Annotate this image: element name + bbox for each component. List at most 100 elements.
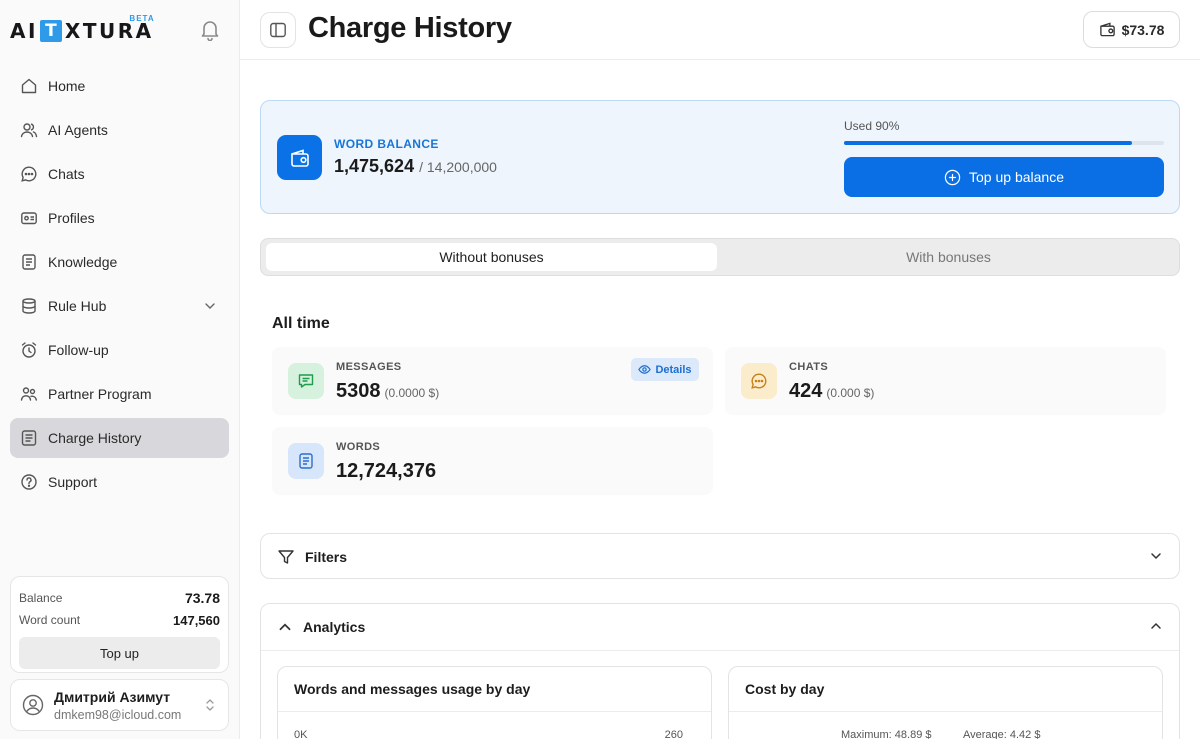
chevron-up-icon[interactable]: [1149, 619, 1163, 633]
word-balance-total: / 14,200,000: [419, 159, 497, 175]
messages-cost: (0.0000 $): [384, 386, 440, 400]
message-icon: [288, 363, 324, 399]
wallet-icon: [1099, 22, 1115, 37]
sidebar-item-rule-hub[interactable]: Rule Hub: [10, 286, 229, 326]
word-balance-label: WORD BALANCE: [334, 137, 439, 151]
top-up-balance-label: Top up balance: [969, 169, 1064, 185]
sidebar-item-home[interactable]: Home: [10, 66, 229, 106]
sidebar-item-label: Chats: [48, 166, 85, 182]
sidebar-item-partner-program[interactable]: Partner Program: [10, 374, 229, 414]
filters-title: Filters: [305, 549, 348, 565]
sidebar-item-follow-up[interactable]: Follow-up: [10, 330, 229, 370]
sidebar-item-label: Knowledge: [48, 254, 118, 270]
plus-circle-icon: [944, 169, 961, 185]
top-up-button[interactable]: Top up: [19, 637, 220, 669]
home-icon: [21, 78, 37, 94]
divider: [729, 711, 1162, 712]
sidebar-item-knowledge[interactable]: Knowledge: [10, 242, 229, 282]
chevron-down-icon[interactable]: [1149, 549, 1163, 563]
partners-icon: [20, 387, 37, 401]
word-balance-card: WORD BALANCE 1,475,624 / 14,200,000 Used…: [260, 100, 1180, 214]
chat-icon: [741, 363, 777, 399]
users-icon: [20, 123, 38, 138]
sidebar-item-label: Home: [48, 78, 86, 94]
sidebar-item-label: Partner Program: [48, 386, 152, 402]
sidebar-item-chats[interactable]: Chats: [10, 154, 229, 194]
analytics-title: Analytics: [303, 619, 366, 635]
chats-label: CHATS: [789, 361, 829, 373]
sidebar: AI T XTURA BETA Home AI Agents Chats Pro…: [0, 0, 240, 739]
page-header: Charge History $73.78: [240, 0, 1200, 60]
bonus-tabs: Without bonuses With bonuses: [260, 238, 1180, 276]
filters-header[interactable]: Filters: [261, 534, 1179, 580]
chat-icon: [21, 166, 37, 182]
filters-panel[interactable]: Filters: [260, 533, 1180, 579]
chevron-updown-icon[interactable]: [204, 697, 216, 713]
words-value: 12,724,376: [336, 460, 437, 482]
cost-chart-card: Cost by day Maximum: 48.89 $ Average: 4.…: [728, 666, 1163, 739]
sidebar-item-label: Profiles: [48, 210, 95, 226]
alarm-clock-icon: [21, 342, 37, 358]
sidebar-toggle-icon: [270, 22, 286, 38]
chevron-up-icon: [279, 623, 291, 631]
chats-cost: (0.000 $): [826, 386, 875, 400]
document-icon: [288, 443, 324, 479]
wallet-icon: [277, 135, 322, 180]
messages-count: 5308: [336, 380, 381, 402]
tab-with-bonuses[interactable]: With bonuses: [721, 243, 1176, 271]
cost-chart-title: Cost by day: [745, 681, 825, 697]
usage-chart-tick-right: 260: [664, 729, 683, 739]
logo[interactable]: AI T XTURA BETA: [10, 14, 154, 48]
usage-chart-card: Words and messages usage by day 0K 260: [277, 666, 712, 739]
all-time-heading: All time: [272, 315, 330, 332]
messages-stat-card: MESSAGES 5308 (0.0000 $) Details: [272, 347, 713, 415]
bell-icon[interactable]: [200, 19, 220, 41]
usage-chart-title: Words and messages usage by day: [294, 681, 531, 697]
details-label: Details: [655, 363, 692, 376]
sidebar-item-label: Support: [48, 474, 98, 490]
top-up-balance-button[interactable]: Top up balance: [844, 157, 1164, 197]
usage-chart-tick-left: 0K: [294, 729, 308, 739]
balance-value: 73.78: [184, 590, 220, 606]
sidebar-item-profiles[interactable]: Profiles: [10, 198, 229, 238]
logo-text-left: AI: [10, 19, 38, 43]
balance-label: Balance: [19, 591, 63, 605]
sidebar-balance-card: Balance 73.78 Word count 147,560 Top up: [10, 576, 229, 673]
avatar-icon: [22, 694, 44, 716]
sidebar-item-charge-history[interactable]: Charge History: [10, 418, 229, 458]
receipt-icon: [21, 430, 37, 446]
word-balance-value: 1,475,624 / 14,200,000: [334, 156, 497, 177]
sidebar-item-ai-agents[interactable]: AI Agents: [10, 110, 229, 150]
sidebar-item-support[interactable]: Support: [10, 462, 229, 502]
messages-label: MESSAGES: [336, 361, 402, 373]
sidebar-toggle-button[interactable]: [260, 12, 296, 48]
help-icon: [21, 474, 37, 490]
wallet-balance-button[interactable]: $73.78: [1083, 11, 1180, 48]
words-stat-card: WORDS 12,724,376: [272, 427, 713, 495]
word-count-value: 147,560: [173, 612, 220, 628]
user-card[interactable]: Дмитрий Азимут dmkem98@icloud.com: [10, 679, 229, 731]
used-label: Used 90%: [844, 119, 900, 133]
word-count-label: Word count: [19, 613, 81, 627]
sidebar-item-label: Charge History: [48, 430, 142, 446]
user-email: dmkem98@icloud.com: [54, 707, 182, 722]
divider: [278, 711, 711, 712]
words-label: WORDS: [336, 441, 381, 453]
cost-chart-maximum: Maximum: 48.89 $: [841, 729, 932, 739]
chats-stat-card: CHATS 424 (0.000 $): [725, 347, 1166, 415]
chevron-down-icon[interactable]: [203, 299, 217, 313]
page-title: Charge History: [308, 12, 512, 44]
document-icon: [22, 254, 36, 270]
chats-value: 424 (0.000 $): [789, 380, 874, 403]
analytics-header[interactable]: Analytics: [261, 604, 1179, 650]
analytics-panel: Analytics Words and messages usage by da…: [260, 603, 1180, 739]
filter-icon: [278, 550, 294, 564]
sidebar-item-label: AI Agents: [48, 122, 108, 138]
tab-without-bonuses[interactable]: Without bonuses: [266, 243, 717, 271]
word-balance-current: 1,475,624: [334, 156, 415, 176]
id-card-icon: [21, 212, 37, 225]
details-button[interactable]: Details: [631, 358, 699, 381]
eye-icon: [638, 365, 652, 374]
sidebar-item-label: Rule Hub: [48, 298, 107, 314]
divider: [261, 650, 1179, 651]
